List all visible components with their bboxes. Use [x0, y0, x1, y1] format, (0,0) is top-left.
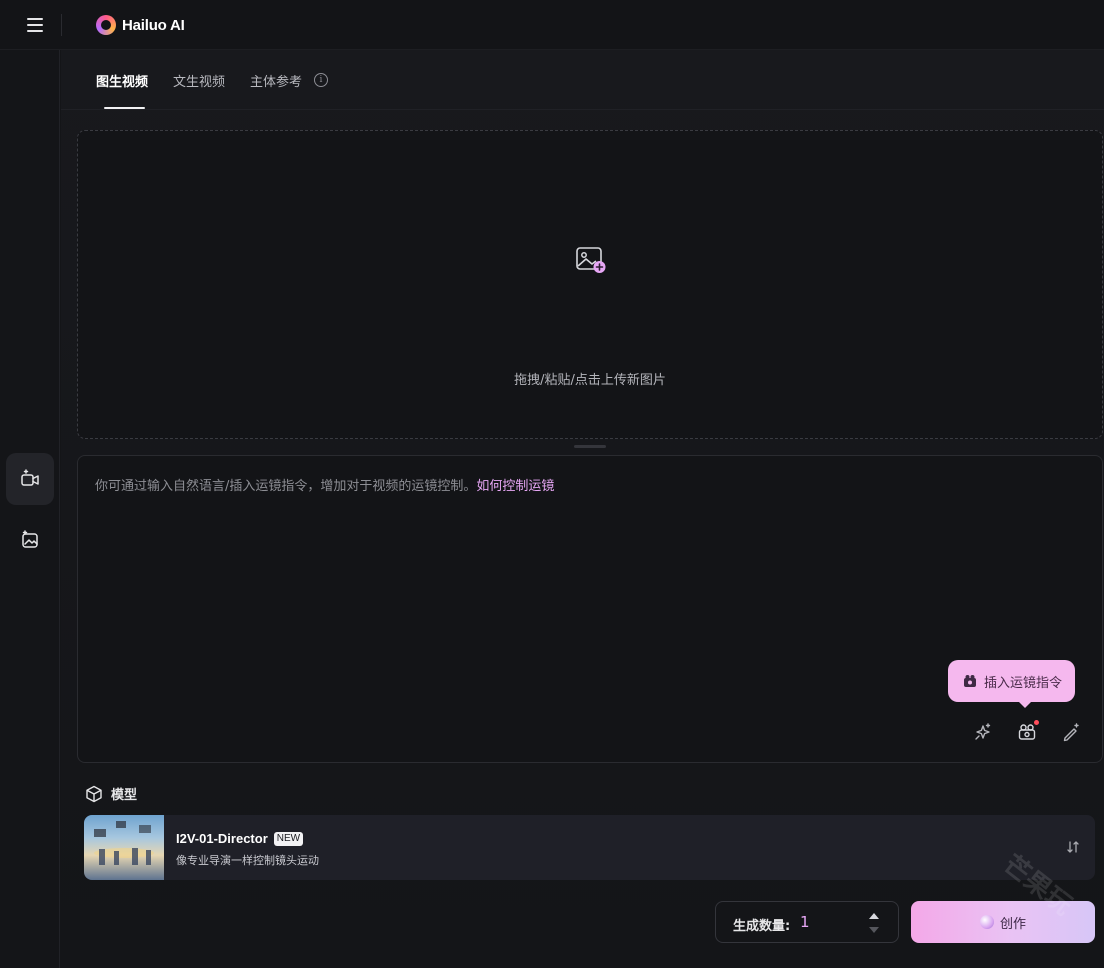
- resize-handle[interactable]: [574, 445, 606, 448]
- top-divider: [61, 14, 62, 36]
- sidebar-item-video-create[interactable]: [6, 453, 54, 505]
- image-sparkle-icon: [22, 530, 38, 548]
- sidebar: [0, 50, 60, 968]
- new-badge: NEW: [273, 831, 304, 846]
- main-content: 图生视频 文生视频 主体参考 i 拖拽/粘贴/点击上传新图片 你可通过输入自然语…: [61, 50, 1104, 968]
- gem-icon: [979, 915, 994, 929]
- decrement-arrow-icon[interactable]: [869, 927, 879, 933]
- create-button-label: 创作: [999, 916, 1026, 932]
- prompt-optimize-button[interactable]: [1059, 720, 1083, 744]
- tab-subject-reference[interactable]: 主体参考: [250, 71, 302, 90]
- increment-arrow-icon[interactable]: [869, 913, 879, 919]
- model-section-header: 模型: [85, 784, 137, 803]
- active-tab-indicator: [104, 107, 145, 109]
- generation-count-label: 生成数量:: [733, 919, 791, 934]
- notification-dot: [1034, 720, 1039, 725]
- magic-pen-icon: [1063, 723, 1079, 742]
- camera-control-button[interactable]: [1015, 720, 1039, 744]
- prompt-textarea[interactable]: 你可通过输入自然语言/插入运镜指令，增加对于视频的运镜控制。如何控制运镜: [77, 455, 1103, 763]
- logo[interactable]: Hailuo AI: [96, 13, 185, 37]
- model-description: 像专业导演一样控制镜头运动: [176, 854, 319, 867]
- logo-text: Hailuo AI: [122, 16, 185, 34]
- cube-icon: [86, 785, 102, 802]
- prompt-placeholder-text: 你可通过输入自然语言/插入运镜指令，增加对于视频的运镜控制。: [95, 479, 477, 494]
- tab-text-to-video[interactable]: 文生视频: [173, 71, 225, 90]
- tooltip-label: 插入运镜指令: [984, 675, 1063, 691]
- upload-hint: 拖拽/粘贴/点击上传新图片: [514, 373, 666, 388]
- generation-count-value[interactable]: 1: [800, 913, 810, 931]
- hamburger-menu-icon[interactable]: [22, 14, 50, 36]
- top-bar: Hailuo AI: [0, 0, 1104, 50]
- info-icon[interactable]: i: [314, 73, 328, 87]
- image-add-icon: [576, 247, 606, 273]
- tab-bar: 图生视频 文生视频 主体参考 i: [61, 50, 1104, 110]
- insert-camera-command-tooltip[interactable]: 插入运镜指令: [948, 660, 1075, 708]
- generation-count-control[interactable]: 生成数量: 1: [715, 901, 899, 943]
- model-name: I2V-01-Director NEW: [176, 831, 304, 846]
- video-sparkle-icon: [21, 469, 39, 486]
- model-section-title: 模型: [111, 788, 138, 803]
- model-thumbnail: [84, 815, 164, 880]
- sparkle-star-icon: [975, 723, 991, 740]
- movie-camera-icon: [1018, 724, 1036, 740]
- prompt-placeholder: 你可通过输入自然语言/插入运镜指令，增加对于视频的运镜控制。如何控制运镜: [95, 475, 554, 494]
- model-selector[interactable]: I2V-01-Director NEW 像专业导演一样控制镜头运动: [84, 815, 1095, 880]
- sort-arrows-icon[interactable]: [1066, 839, 1080, 855]
- model-name-text: I2V-01-Director: [176, 831, 268, 846]
- image-upload-dropzone[interactable]: 拖拽/粘贴/点击上传新图片: [77, 130, 1103, 439]
- magic-enhance-button[interactable]: [971, 720, 995, 744]
- camera-control-help-link[interactable]: 如何控制运镜: [476, 479, 554, 494]
- camera-command-icon: [964, 675, 976, 687]
- create-button[interactable]: 创作: [911, 901, 1095, 943]
- tab-image-to-video[interactable]: 图生视频: [96, 71, 148, 90]
- hailuo-logo-icon: [96, 15, 116, 35]
- sidebar-item-image-create[interactable]: [6, 514, 54, 566]
